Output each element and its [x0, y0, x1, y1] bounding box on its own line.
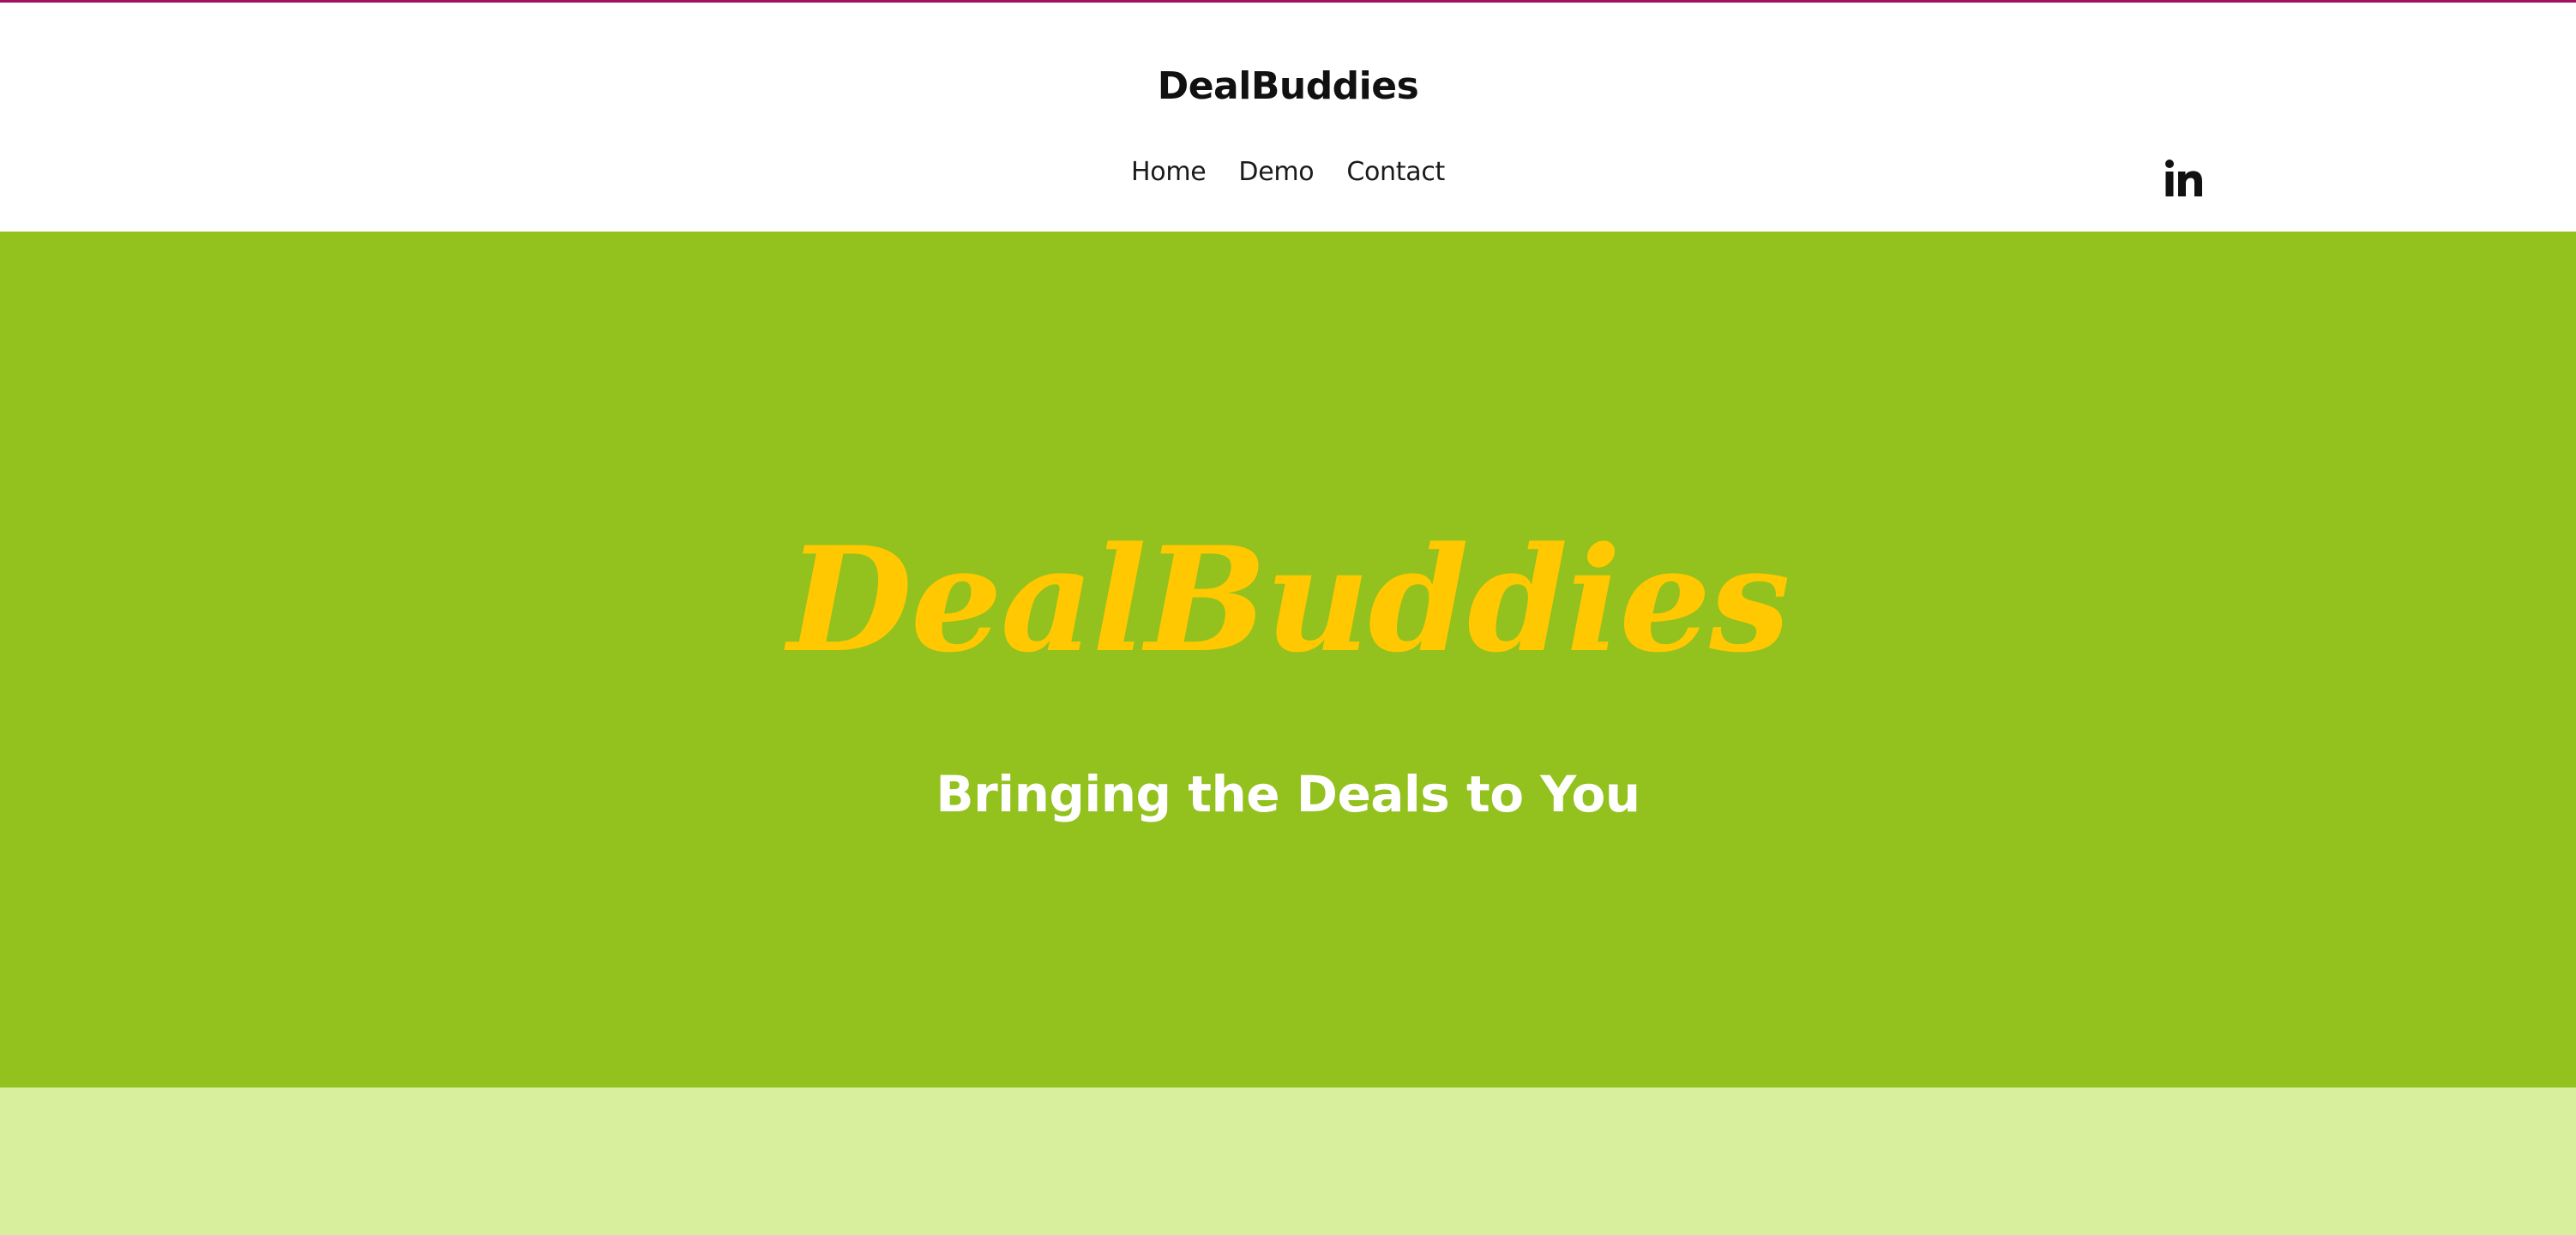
next-section-band: [0, 1087, 2576, 1235]
site-title[interactable]: DealBuddies: [0, 64, 2576, 108]
linkedin-icon[interactable]: [2163, 157, 2206, 200]
site-header: DealBuddies Home Demo Contact: [0, 3, 2576, 232]
hero-section: DealBuddies Bringing the Deals to You: [0, 232, 2576, 1087]
nav-demo[interactable]: Demo: [1238, 157, 1314, 187]
hero-title: DealBuddies: [787, 515, 1791, 684]
linkedin-icon-glyph: [2165, 160, 2202, 196]
nav-contact[interactable]: Contact: [1346, 157, 1445, 187]
hero-subtitle: Bringing the Deals to You: [936, 765, 1640, 823]
nav-home[interactable]: Home: [1131, 157, 1207, 187]
